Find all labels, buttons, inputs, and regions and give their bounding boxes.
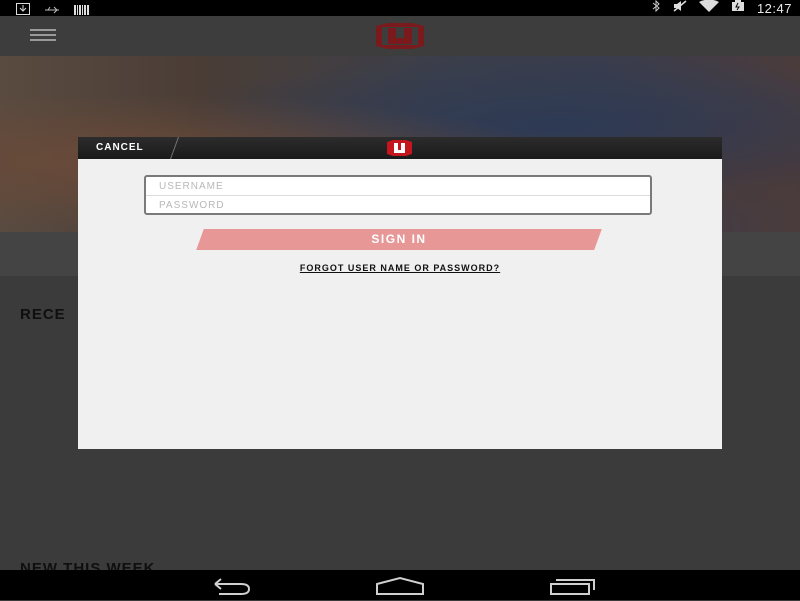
dialog-header: CANCEL	[78, 137, 722, 159]
password-field[interactable]	[146, 196, 650, 215]
back-icon[interactable]	[205, 576, 253, 596]
recent-apps-icon[interactable]	[548, 576, 596, 596]
hamburger-menu-icon[interactable]	[30, 29, 56, 43]
battery-icon	[731, 0, 745, 17]
home-icon[interactable]	[376, 576, 424, 596]
navigation-bar	[0, 570, 800, 600]
bluetooth-icon	[651, 0, 661, 17]
header-divider	[169, 137, 180, 159]
username-field[interactable]	[146, 177, 650, 196]
app-bar	[0, 16, 800, 56]
section-title-secondary: NEW THIS WEEK ...	[20, 560, 177, 570]
wifi-icon	[698, 0, 719, 17]
marvel-unlimited-logo-icon	[374, 22, 426, 50]
login-dialog: CANCEL SIGN IN FORGOT USER NAME OR PASSW…	[78, 137, 722, 449]
clock: 12:47	[756, 0, 792, 16]
cancel-button[interactable]: CANCEL	[96, 142, 144, 153]
marvel-unlimited-logo-icon	[386, 140, 413, 156]
section-title: RECE	[20, 306, 66, 323]
login-form	[144, 175, 652, 215]
status-bar: 12:47	[0, 0, 800, 16]
forgot-credentials-link[interactable]: FORGOT USER NAME OR PASSWORD?	[78, 263, 722, 273]
mute-icon	[673, 0, 687, 17]
sign-in-button[interactable]	[196, 229, 602, 250]
